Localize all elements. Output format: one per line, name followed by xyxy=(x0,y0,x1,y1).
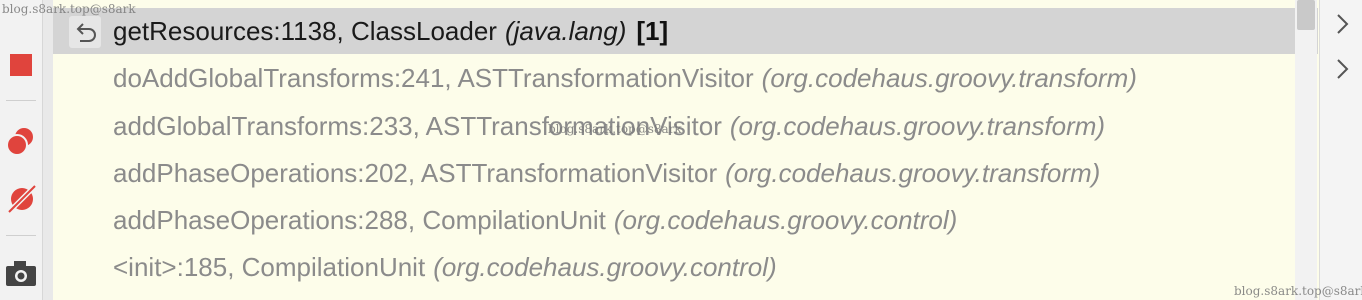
scrollbar-thumb[interactable] xyxy=(1297,0,1315,30)
frame-package: (org.codehaus.groovy.control) xyxy=(613,204,958,235)
mute-breakpoints-button[interactable] xyxy=(0,177,42,219)
frame-row[interactable]: addGlobalTransforms:233, ASTTransformati… xyxy=(53,103,1318,149)
frame-row[interactable]: doAddGlobalTransforms:241, ASTTransforma… xyxy=(53,55,1318,101)
frame-method: addPhaseOperations:202, ASTTransformatio… xyxy=(113,157,718,188)
frame-package: (org.codehaus.groovy.control) xyxy=(433,251,777,282)
frame-row[interactable]: <init>:185, CompilationUnit (org.codehau… xyxy=(53,244,1318,290)
frame-count-badge: [1] xyxy=(636,15,669,46)
frame-package: (org.codehaus.groovy.transform) xyxy=(729,110,1106,141)
chevron-right-icon[interactable] xyxy=(1332,57,1352,81)
frame-package: (org.codehaus.groovy.transform) xyxy=(761,62,1137,93)
frame-method: getResources:1138, ClassLoader xyxy=(113,15,497,46)
mute-breakpoints-icon xyxy=(7,184,37,214)
chevron-right-icon[interactable] xyxy=(1332,12,1352,36)
frame-method: addPhaseOperations:288, CompilationUnit xyxy=(113,204,606,235)
watermark-center: blog.s8ark.top@s8ark xyxy=(548,122,682,136)
frame-row[interactable]: addPhaseOperations:202, ASTTransformatio… xyxy=(53,150,1318,196)
camera-button[interactable] xyxy=(0,252,42,294)
view-breakpoints-icon xyxy=(6,128,33,156)
frames-list[interactable]: getResources:1138, ClassLoader (java.lan… xyxy=(53,0,1318,300)
toolbar-separator xyxy=(6,100,36,101)
frame-row[interactable]: getResources:1138, ClassLoader (java.lan… xyxy=(53,8,1318,54)
view-breakpoints-button[interactable] xyxy=(0,120,42,162)
undo-arrow-icon[interactable] xyxy=(69,16,101,48)
stop-button[interactable] xyxy=(0,44,42,86)
frame-row[interactable]: addPhaseOperations:288, CompilationUnit … xyxy=(53,197,1318,243)
frame-method: <init>:185, CompilationUnit xyxy=(113,251,426,282)
frame-package: (java.lang) xyxy=(504,15,627,46)
watermark-bottom-right: blog.s8ark.top@s8ark xyxy=(1234,284,1362,298)
debugger-left-toolbar xyxy=(0,0,43,300)
stop-icon xyxy=(10,54,32,76)
vertical-scrollbar[interactable] xyxy=(1295,0,1317,300)
frame-method: doAddGlobalTransforms:241, ASTTransforma… xyxy=(113,62,754,93)
frame-package: (org.codehaus.groovy.transform) xyxy=(725,157,1101,188)
camera-icon xyxy=(6,261,36,286)
toolbar-separator xyxy=(6,235,36,236)
watermark-top-left: blog.s8ark.top@s8ark xyxy=(2,2,136,16)
frames-gutter xyxy=(43,0,53,300)
right-panel xyxy=(1319,0,1362,300)
